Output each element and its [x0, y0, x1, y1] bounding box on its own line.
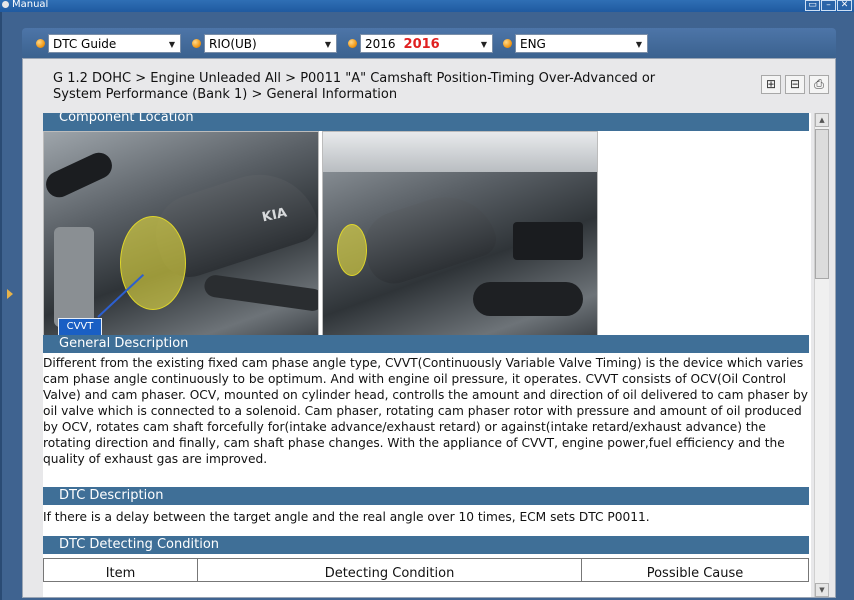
- bullet-icon: [348, 39, 357, 48]
- language-select[interactable]: ENG ▼: [515, 34, 648, 53]
- app-frame: DTC Guide ▼ RIO(UB) ▼ 2016 2016 ▼ ENG ▼ G…: [0, 12, 854, 600]
- section-title: General Description: [59, 336, 189, 351]
- window-controls: ▭ – ✕: [805, 0, 852, 11]
- table-header-item: Item: [44, 559, 198, 581]
- section-title: Component Location: [59, 113, 194, 125]
- document-tools: ⊞ ⊟ ⎙: [761, 75, 829, 94]
- model-select[interactable]: RIO(UB) ▼: [204, 34, 337, 53]
- engine-cover: [355, 183, 501, 291]
- section-header-dtc-detecting-condition: DTC Detecting Condition: [43, 536, 809, 554]
- battery: [513, 222, 583, 260]
- model-select-value: RIO(UB): [209, 37, 257, 51]
- language-select-value: ENG: [520, 37, 546, 51]
- cvvt-highlight: [337, 224, 367, 276]
- bullet-icon: [36, 39, 45, 48]
- app-icon: [2, 0, 9, 8]
- table-header-detecting-condition: Detecting Condition: [198, 559, 582, 581]
- chevron-down-icon: ▼: [635, 40, 642, 49]
- intake-hose: [473, 282, 583, 316]
- component-photo-closeup: KIA CVVT: [43, 131, 319, 341]
- chevron-up-icon[interactable]: ▲: [815, 113, 829, 127]
- breadcrumb-line-2: System Performance (Bank 1) > General In…: [53, 87, 398, 102]
- component-photo-overview: [322, 131, 598, 341]
- split-view-icon[interactable]: ⊟: [785, 75, 805, 94]
- hood-area: [323, 132, 597, 172]
- section-header-general-description: General Description: [43, 335, 809, 353]
- document-content[interactable]: Component Location KIA CVVT General Desc…: [43, 113, 811, 597]
- section-header-component-location: Component Location: [43, 113, 809, 131]
- sidebar-expand-icon[interactable]: [7, 289, 13, 299]
- guide-select[interactable]: DTC Guide ▼: [48, 34, 181, 53]
- bracket: [54, 227, 94, 327]
- section-title: DTC Description: [59, 488, 164, 503]
- window-title-wrap: Manual: [2, 0, 48, 11]
- vertical-scrollbar[interactable]: ▲ ▼: [814, 113, 829, 597]
- cvvt-highlight: [120, 216, 186, 310]
- section-header-dtc-description: DTC Description: [43, 487, 809, 505]
- breadcrumb: G 1.2 DOHC > Engine Unleaded All > P0011…: [53, 71, 743, 103]
- bullet-icon: [192, 39, 201, 48]
- dtc-description-text: If there is a delay between the target a…: [43, 510, 650, 524]
- window-titlebar: Manual ▭ – ✕: [0, 0, 854, 12]
- general-description-text: Different from the existing fixed cam ph…: [43, 356, 808, 466]
- table-header-possible-cause: Possible Cause: [646, 566, 744, 581]
- hose: [203, 273, 318, 313]
- year-select-value: 2016: [365, 37, 396, 51]
- guide-select-value: DTC Guide: [53, 37, 117, 51]
- cvvt-label: CVVT: [58, 318, 102, 336]
- chevron-down-icon: ▼: [480, 40, 487, 49]
- chevron-down-icon: ▼: [168, 40, 175, 49]
- condition-table-header: Item Detecting Condition Possible Cause: [43, 558, 809, 582]
- chevron-down-icon[interactable]: ▼: [815, 583, 829, 597]
- document-panel: G 1.2 DOHC > Engine Unleaded All > P0011…: [22, 58, 836, 598]
- hose: [44, 148, 117, 202]
- restore-icon[interactable]: ▭: [805, 0, 820, 11]
- bullet-icon: [503, 39, 512, 48]
- breadcrumb-line-1: G 1.2 DOHC > Engine Unleaded All > P0011…: [53, 71, 656, 86]
- scrollbar-thumb[interactable]: [815, 129, 829, 279]
- minimize-icon[interactable]: –: [821, 0, 836, 11]
- window-title: Manual: [12, 0, 49, 10]
- chevron-down-icon: ▼: [324, 40, 331, 49]
- selection-toolbar: DTC Guide ▼ RIO(UB) ▼ 2016 2016 ▼ ENG ▼: [22, 28, 836, 58]
- close-icon[interactable]: ✕: [837, 0, 852, 11]
- section-title: DTC Detecting Condition: [59, 537, 220, 552]
- expand-icon[interactable]: ⊞: [761, 75, 781, 94]
- year-select[interactable]: 2016 2016 ▼: [360, 34, 493, 53]
- year-highlight: 2016: [403, 37, 440, 52]
- print-icon[interactable]: ⎙: [809, 75, 829, 94]
